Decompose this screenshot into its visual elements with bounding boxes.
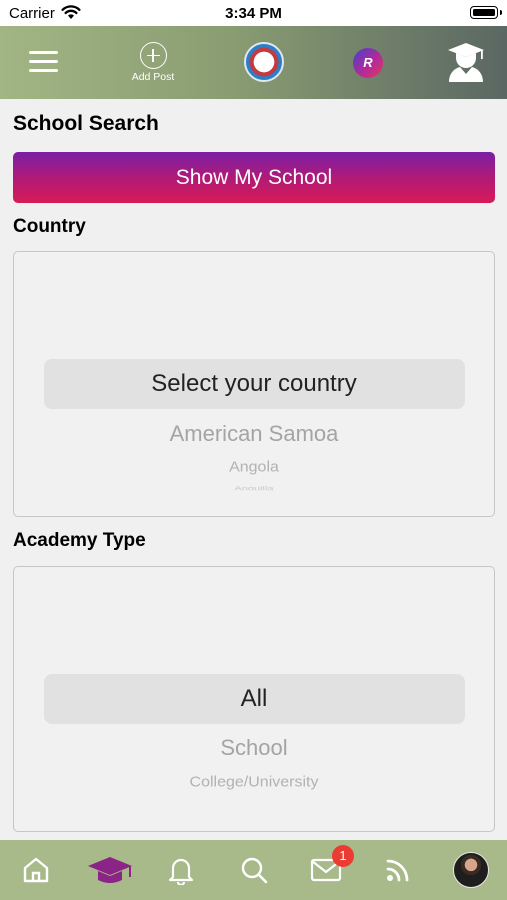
country-label: Country (13, 216, 86, 237)
search-icon (241, 857, 268, 884)
country-option[interactable]: American Samoa (14, 421, 494, 447)
tab-notifications[interactable] (161, 852, 201, 888)
profile-avatar[interactable] (453, 852, 489, 888)
messages-badge: 1 (332, 845, 354, 867)
add-post-label: Add Post (131, 71, 175, 83)
status-bar: Carrier 3:34 PM (0, 0, 507, 26)
show-my-school-button[interactable]: Show My School (13, 152, 495, 203)
bottom-tab-bar (0, 840, 507, 900)
hamburger-menu-icon[interactable] (29, 51, 58, 73)
home-icon (23, 857, 49, 883)
tab-search[interactable] (234, 852, 274, 888)
tab-feed[interactable] (378, 852, 418, 888)
app-logo-icon[interactable] (244, 42, 284, 82)
academy-option[interactable]: School (14, 735, 494, 761)
battery-icon (470, 6, 502, 19)
status-time: 3:34 PM (225, 5, 282, 22)
graduation-cap-icon (88, 857, 132, 883)
plus-circle-icon (139, 42, 167, 69)
tab-home[interactable] (16, 852, 56, 888)
country-picker[interactable]: Select your country American Samoa Angol… (13, 251, 495, 517)
academy-option[interactable]: College/University (14, 775, 494, 791)
rss-feed-icon (386, 859, 409, 882)
bell-icon (168, 858, 194, 885)
graduate-user-icon[interactable] (446, 41, 486, 83)
academy-selected-option[interactable]: All (14, 685, 494, 713)
top-nav-bar: Add Post R (0, 26, 507, 99)
add-post-button[interactable]: Add Post (124, 42, 182, 83)
page-title: School Search (13, 112, 159, 135)
country-selected-option[interactable]: Select your country (14, 370, 494, 398)
country-option[interactable]: Anguilla (14, 486, 494, 490)
academy-type-label: Academy Type (13, 530, 146, 551)
country-option[interactable]: Angola (14, 460, 494, 476)
academy-type-picker[interactable]: All School College/University (13, 566, 495, 832)
r-badge-icon[interactable]: R (353, 48, 383, 78)
tab-school[interactable] (86, 852, 134, 888)
